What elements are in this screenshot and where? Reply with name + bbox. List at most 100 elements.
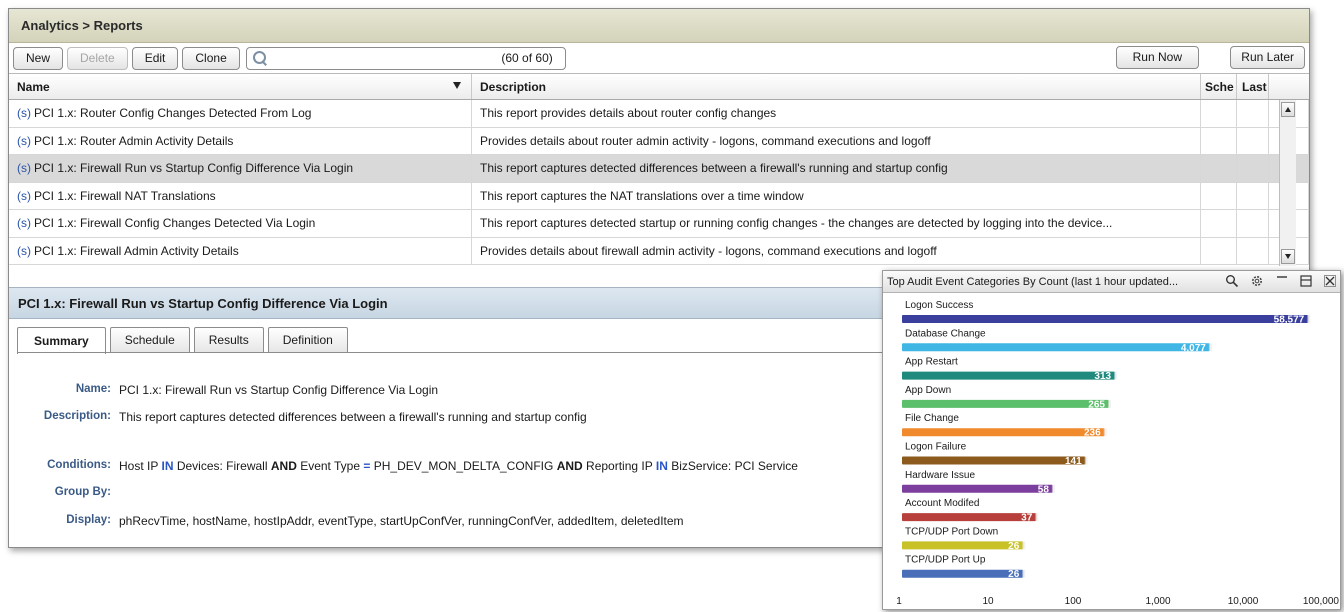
- row-last: [1237, 210, 1269, 237]
- x-tick-label: 10,000: [1228, 596, 1259, 607]
- row-name: PCI 1.x: Firewall Config Changes Detecte…: [34, 216, 316, 231]
- widget-title-bar[interactable]: Top Audit Event Categories By Count (las…: [883, 271, 1340, 293]
- table-row[interactable]: (s) PCI 1.x: Router Admin Activity Detail…: [9, 127, 1309, 155]
- table-row[interactable]: (s) PCI 1.x: Router Config Changes Detect…: [9, 100, 1309, 128]
- value-label: 4,077: [1181, 343, 1206, 354]
- description-field-label: Description:: [43, 410, 111, 422]
- sort-down-icon[interactable]: [453, 82, 461, 89]
- category-label: Database Change: [905, 328, 986, 339]
- row-name: PCI 1.x: Router Config Changes Detected …: [34, 106, 312, 121]
- condition-operator: IN: [655, 459, 668, 473]
- conditions-field-label: Conditions:: [47, 459, 111, 471]
- bar-end-cap: [1022, 541, 1026, 550]
- condition-operator: =: [363, 459, 371, 473]
- new-button[interactable]: New: [13, 46, 64, 70]
- gear-icon[interactable]: [1250, 274, 1264, 288]
- scroll-down-icon[interactable]: [1281, 249, 1295, 264]
- row-schedule: [1201, 237, 1237, 264]
- condition-text: Reporting IP: [586, 459, 653, 473]
- row-name-cell: (s) PCI 1.x: Firewall Config Changes Dete…: [9, 210, 472, 237]
- search-icon[interactable]: [1225, 274, 1239, 288]
- value-label: 236: [1084, 428, 1101, 439]
- table-row[interactable]: (s) PCI 1.x: Firewall NAT Translations Thi…: [9, 182, 1309, 210]
- category-label: Hardware Issue: [905, 470, 975, 481]
- row-last: [1237, 155, 1269, 182]
- description-field-value: This report captures detected difference…: [119, 410, 587, 424]
- edit-button[interactable]: Edit: [131, 46, 179, 70]
- maximize-icon[interactable]: [1299, 274, 1313, 288]
- row-prefix: (s): [17, 133, 31, 148]
- scroll-up-icon[interactable]: [1281, 102, 1295, 117]
- row-name-cell: (s) PCI 1.x: Firewall Run vs Startup Conf…: [9, 155, 472, 182]
- bar-end-cap: [1022, 569, 1026, 578]
- tab-results[interactable]: Results: [193, 327, 264, 352]
- row-name: PCI 1.x: Firewall NAT Translations: [34, 188, 216, 203]
- row-schedule: [1201, 155, 1237, 182]
- category-label: App Restart: [905, 357, 958, 368]
- bar: [902, 541, 1024, 550]
- name-field: Name: PCI 1.x: Firewall Run vs Startup C…: [9, 383, 438, 397]
- run-later-button[interactable]: Run Later: [1230, 46, 1305, 69]
- condition-operator: AND: [556, 459, 583, 473]
- row-prefix: (s): [17, 188, 31, 203]
- conditions-field-value: Host IP IN Devices: Firewall AND Event T…: [119, 459, 798, 473]
- tab-definition[interactable]: Definition: [267, 327, 348, 352]
- bar-chart: Logon Success 58,577 Database Change 4,077 A…: [896, 300, 1339, 607]
- condition-text: Event Type: [300, 459, 361, 473]
- row-prefix: (s): [17, 216, 31, 231]
- delete-button[interactable]: Delete: [67, 46, 128, 70]
- bar-end-cap: [1103, 428, 1107, 437]
- run-now-button[interactable]: Run Now: [1115, 46, 1199, 69]
- row-prefix: (s): [17, 161, 31, 176]
- value-label: 26: [1008, 569, 1020, 580]
- x-tick-label: 1: [896, 596, 902, 607]
- row-schedule: [1201, 182, 1237, 209]
- column-header-name[interactable]: Name: [9, 74, 472, 99]
- tab-summary[interactable]: Summary: [17, 327, 106, 354]
- condition-operator: IN: [161, 459, 174, 473]
- group-by-field: Group By:: [9, 486, 119, 498]
- close-icon[interactable]: [1323, 274, 1337, 288]
- row-name-cell: (s) PCI 1.x: Firewall Admin Activity Deta…: [9, 237, 472, 264]
- row-name-cell: (s) PCI 1.x: Router Config Changes Detect…: [9, 100, 472, 127]
- search-input[interactable]: (60 of 60): [245, 46, 566, 70]
- value-label: 313: [1094, 371, 1111, 382]
- bar-end-cap: [1084, 456, 1088, 465]
- bar: [902, 399, 1109, 408]
- breadcrumb: Analytics > Reports: [9, 9, 1309, 43]
- tab-schedule[interactable]: Schedule: [109, 327, 190, 352]
- row-schedule: [1201, 210, 1237, 237]
- table-scrollbar[interactable]: [1279, 100, 1296, 266]
- table-row[interactable]: (s) PCI 1.x: Firewall Admin Activity Deta…: [9, 237, 1309, 265]
- row-name-cell: (s) PCI 1.x: Router Admin Activity Detail…: [9, 127, 472, 154]
- bar: [902, 484, 1053, 493]
- column-header-description[interactable]: Description: [472, 74, 1201, 99]
- row-prefix: (s): [17, 243, 31, 258]
- condition-text: PH_DEV_MON_DELTA_CONFIG: [373, 459, 554, 473]
- row-description: Provides details about firewall admin ac…: [472, 237, 1201, 264]
- column-header-last[interactable]: Last: [1237, 74, 1269, 99]
- clone-button[interactable]: Clone: [182, 46, 240, 70]
- minimize-icon[interactable]: [1275, 274, 1289, 288]
- condition-text: Host IP: [119, 459, 159, 473]
- bar-end-cap: [1114, 371, 1118, 380]
- row-description: This report captures detected difference…: [472, 155, 1201, 182]
- column-header-schedule[interactable]: Sche: [1201, 74, 1237, 99]
- display-field-label: Display:: [66, 514, 111, 526]
- row-description: This report provides details about route…: [472, 100, 1201, 127]
- chart-widget[interactable]: Top Audit Event Categories By Count (las…: [882, 270, 1341, 610]
- column-header-filler: [1269, 74, 1309, 99]
- bar-end-cap: [1051, 484, 1055, 493]
- table-row[interactable]: (s) PCI 1.x: Firewall Run vs Startup Conf…: [9, 155, 1309, 183]
- value-label: 141: [1065, 456, 1082, 467]
- category-label: TCP/UDP Port Up: [905, 555, 986, 566]
- category-label: Account Modifed: [905, 498, 980, 509]
- row-name: PCI 1.x: Firewall Run vs Startup Config …: [34, 161, 354, 176]
- row-last: [1237, 127, 1269, 154]
- display-field: Display: phRecvTime, hostName, hostIpAdd…: [9, 514, 683, 528]
- bar: [902, 456, 1086, 465]
- row-description: Provides details about router admin acti…: [472, 127, 1201, 154]
- row-schedule: [1201, 100, 1237, 127]
- row-description: This report captures detected startup or…: [472, 210, 1201, 237]
- table-row[interactable]: (s) PCI 1.x: Firewall Config Changes Dete…: [9, 210, 1309, 238]
